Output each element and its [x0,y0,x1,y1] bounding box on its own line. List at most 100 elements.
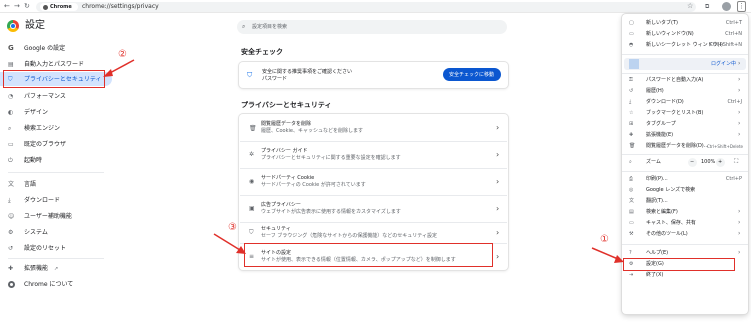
translate-icon: 文 [629,198,635,204]
menu-item-help[interactable]: ? ヘルプ(E) › [624,249,746,258]
menu-item-passwords[interactable]: ⚿ パスワードと自動入力(A) › [624,76,746,85]
safety-heading: 安全チェック [241,48,283,56]
privacy-row-ad-privacy[interactable]: ▣ 広告プライバシー ウェブサイトが広告表示に使用する情報をカスタマイズします … [240,196,507,222]
menu-item-downloads[interactable]: ⤓ ダウンロード(D) Ctrl+J [624,98,746,107]
sidebar-item-downloads[interactable]: ⤓ ダウンロード [0,194,110,206]
privacy-row-title: セキュリティ [261,226,291,232]
bookmark-star-icon[interactable]: ☆ [687,2,693,10]
chevron-right-icon: › [738,120,741,127]
chevron-right-icon: › [496,150,500,159]
safety-text-line2: パスワード [262,76,288,82]
chevron-right-icon: › [738,109,741,116]
menu-item-tab-groups[interactable]: ⊞ タブグループ › [624,120,746,129]
annotation-arrow-1 [591,247,624,263]
menu-divider [622,244,748,245]
menu-item-new-tab[interactable]: ▢ 新しいタブ(T) Ctrl+T [624,19,746,28]
sidebar-item-reset[interactable]: ↺ 設定のリセット [0,242,110,254]
sidebar-item-label: 設定のリセット [24,245,67,252]
menu-item-bookmarks[interactable]: ☆ ブックマークとリスト(B) › [624,109,746,118]
menu-item-label: 印刷(P)... [646,176,668,182]
menu-item-exit[interactable]: ⇥ 終了(X) [624,271,746,280]
menu-divider [622,73,748,74]
extensions-icon[interactable]: ⧉ [705,3,709,10]
trash-icon: 🗑 [249,125,257,132]
privacy-row-title: 閲覧履歴データを削除 [261,121,312,127]
autofill-icon: ▤ [8,61,14,68]
menu-item-label: タブグループ [646,121,676,127]
chevron-right-icon: › [496,204,500,213]
menu-divider [622,171,748,172]
accessibility-icon: ☺ [8,213,15,220]
lens-icon: ◎ [629,187,634,193]
speedometer-icon: ◔ [8,93,14,100]
annotation-box-1 [623,258,735,271]
sidebar-divider [8,172,104,173]
guide-icon: ✲ [249,151,255,158]
sidebar-item-performance[interactable]: ◔ パフォーマンス [0,90,110,102]
sidebar-item-default-browser[interactable]: ▭ 既定のブラウザ [0,138,110,150]
chevron-right-icon: › [738,208,741,215]
privacy-row-clear-browsing-data[interactable]: 🗑 閲覧履歴データを削除 履歴、Cookie、キャッシュなどを削除します › [240,115,507,141]
annotation-box-2 [3,70,105,88]
menu-item-more-tools[interactable]: ⚒ その他のツール(L) › [624,230,746,239]
sidebar-item-languages[interactable]: 文 言語 [0,178,110,190]
sidebar-divider [8,258,104,259]
menu-zoom-row: ⌕ ズーム − 100% + ⛶ [624,157,746,168]
profile-avatar [629,59,639,69]
profile-avatar[interactable] [722,2,731,11]
privacy-row-third-party-cookies[interactable]: ◉ サードパーティ Cookie サードパーティの Cookie が許可されてい… [240,169,507,195]
menu-item-label: 翻訳(T)... [646,198,668,204]
fullscreen-icon[interactable]: ⛶ [734,158,738,165]
new-tab-icon: ▢ [629,20,634,26]
menu-item-cast-save-share[interactable]: ▭ キャスト、保存、共有 › [624,219,746,228]
reload-icon[interactable]: ↻ [24,2,30,10]
menu-item-translate[interactable]: 文 翻訳(T)... [624,197,746,206]
kebab-menu-icon[interactable]: ⋮ [737,1,746,12]
sidebar-item-on-startup[interactable]: ⏻ 起動時 [0,154,110,166]
menu-item-print[interactable]: ⎙ 印刷(P)... Ctrl+P [624,175,746,184]
menu-item-history[interactable]: ↺ 履歴(H) › [624,87,746,96]
search-icon: ⌕ [242,23,246,30]
menu-item-incognito[interactable]: ◓ 新しいシークレット ウィンドウ(I) Ctrl+Shift+N [624,41,746,50]
sidebar-item-about[interactable]: Chrome について [0,278,110,290]
sidebar-item-google[interactable]: G Google の設定 [0,42,110,54]
menu-divider [622,54,748,55]
sidebar-item-label: システム [24,229,48,236]
search-placeholder: 設定項目を検索 [252,24,288,30]
menu-item-label: ブックマークとリスト(B) [646,110,704,116]
menu-item-extensions[interactable]: ✚ 拡張機能(E) › [624,131,746,140]
chevron-right-icon: › [496,177,500,186]
sidebar-item-autofill[interactable]: ▤ 自動入力とパスワード [0,58,110,70]
tab-groups-icon: ⊞ [629,121,634,127]
menu-item-clear-data[interactable]: 🗑 閲覧履歴データを削除(D)... Ctrl+Shift+Delete [624,142,746,151]
sidebar-item-accessibility[interactable]: ☺ ユーザー補助機能 [0,210,110,222]
sidebar-item-extensions[interactable]: ✚ 拡張機能 ↗ [0,262,110,274]
help-icon: ? [629,250,632,256]
wrench-icon: ⚙ [8,229,14,236]
sidebar-item-system[interactable]: ⚙ システム [0,226,110,238]
new-window-icon: ▭ [629,31,634,37]
sidebar-item-appearance[interactable]: ◐ デザイン [0,106,110,118]
zoom-value: 100% [701,159,716,165]
menu-item-label: 新しいウィンドウ(N) [646,31,694,37]
forward-icon[interactable]: → [14,2,20,10]
zoom-icon: ⌕ [629,159,632,165]
privacy-row-security[interactable]: ⛉ セキュリティ セーフ ブラウジング（危険なサイトからの保護機能）などのセキュ… [240,223,507,243]
menu-item-google-lens[interactable]: ◎ Google レンズで検索 [624,186,746,195]
menu-item-find-edit[interactable]: ▤ 検索と編集(F) › [624,208,746,217]
chevron-right-icon: › [738,76,741,83]
chevron-right-icon: › [738,219,741,226]
menu-item-new-window[interactable]: ▭ 新しいウィンドウ(N) Ctrl+N [624,30,746,39]
search-icon: ⌕ [8,125,12,132]
external-link-icon: ↗ [54,266,59,272]
sidebar-item-search-engine[interactable]: ⌕ 検索エンジン [0,122,110,134]
back-icon[interactable]: ← [4,2,10,10]
privacy-row-privacy-guide[interactable]: ✲ プライバシー ガイド プライバシーとセキュリティに関する重要な設定を確認しま… [240,142,507,168]
menu-shortcut: Ctrl+T [725,20,742,26]
menu-profile-row[interactable]: ログイン中 › [624,58,746,70]
menu-item-label: ヘルプ(E) [646,250,669,256]
url-text[interactable]: chrome://settings/privacy [82,3,159,10]
chevron-right-icon: › [738,87,741,94]
palette-icon: ◐ [8,109,14,116]
privacy-row-subtitle: セーフ ブラウジング（危険なサイトからの保護機能）などのセキュリティ設定 [261,233,437,239]
